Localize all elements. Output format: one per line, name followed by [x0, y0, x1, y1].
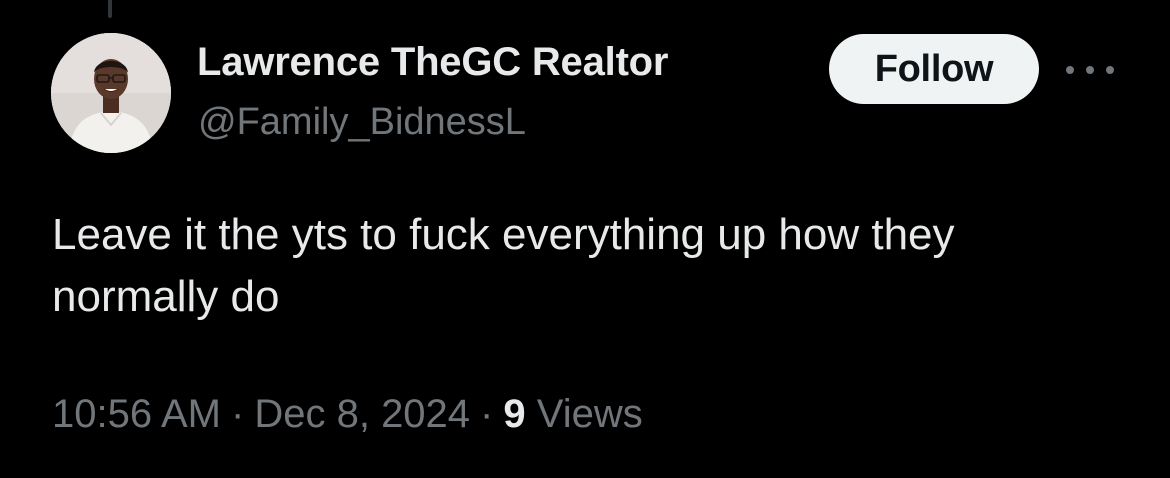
avatar[interactable]	[51, 33, 171, 153]
views-count[interactable]: 9	[503, 392, 525, 436]
tweet-date[interactable]: Dec 8, 2024	[254, 392, 470, 436]
follow-button[interactable]: Follow	[829, 34, 1039, 104]
meta-separator: ·	[480, 392, 494, 436]
tweet-text: Leave it the yts to fuck everything up h…	[52, 210, 955, 321]
dot-icon	[1066, 66, 1074, 74]
thread-connector-line	[108, 0, 112, 18]
tweet-time[interactable]: 10:56 AM	[52, 392, 221, 436]
tweet-meta: 10:56 AM · Dec 8, 2024 · 9 Views	[52, 392, 643, 437]
author-display-name[interactable]: Lawrence TheGC Realtor	[197, 40, 668, 85]
views-label[interactable]: Views	[537, 392, 643, 436]
dot-icon	[1106, 66, 1114, 74]
author-handle[interactable]: @Family_BidnessL	[198, 101, 526, 144]
meta-separator: ·	[231, 392, 245, 436]
dot-icon	[1086, 66, 1094, 74]
more-horizontal-icon[interactable]	[1066, 56, 1114, 84]
avatar-image	[51, 33, 171, 153]
